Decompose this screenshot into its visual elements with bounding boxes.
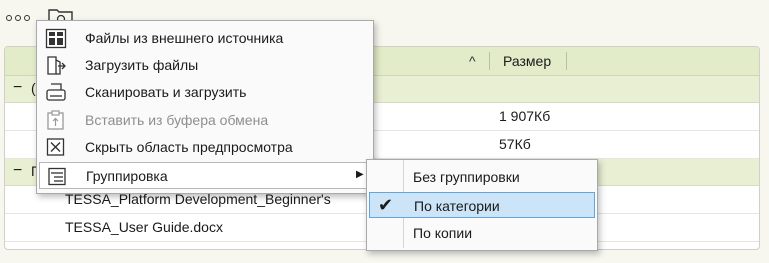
- menu-item-label: Сканировать и загрузить: [85, 84, 247, 100]
- external-files-icon: [45, 28, 67, 49]
- menu-item-paste-clipboard[interactable]: Вставить из буфера обмена: [39, 107, 371, 134]
- column-header-size[interactable]: Размер: [503, 53, 551, 69]
- column-divider[interactable]: [566, 52, 567, 70]
- column-divider[interactable]: [489, 52, 490, 70]
- submenu-item-no-grouping[interactable]: Без группировки: [369, 164, 595, 190]
- file-size-cell: 1 907Кб: [499, 108, 551, 124]
- menu-item-upload-files[interactable]: Загрузить файлы: [39, 52, 371, 79]
- menu-item-label: Группировка: [86, 168, 168, 184]
- submenu-item-by-copy[interactable]: По копии: [369, 220, 595, 246]
- scanner-icon: [45, 82, 67, 103]
- submenu-item-by-category[interactable]: ✔ По категории: [369, 192, 595, 218]
- menu-item-external-files[interactable]: Файлы из внешнего источника: [39, 25, 371, 52]
- file-name-cell: TESSA_User Guide.docx: [65, 219, 223, 235]
- grouping-submenu: Без группировки ✔ По категории По копии: [366, 159, 598, 251]
- sort-ascending-icon[interactable]: ^: [469, 53, 476, 69]
- submenu-item-label: Без группировки: [413, 169, 520, 185]
- more-options-button[interactable]: [6, 10, 40, 26]
- upload-icon: [45, 55, 67, 76]
- close-box-icon: [45, 137, 67, 158]
- menu-item-label: Скрыть область предпросмотра: [85, 139, 293, 155]
- collapse-group-icon[interactable]: −: [13, 162, 22, 180]
- menu-item-label: Файлы из внешнего источника: [85, 30, 284, 46]
- ellipsis-dot: [6, 15, 12, 21]
- menu-item-grouping[interactable]: Группировка ▶: [39, 162, 371, 189]
- context-menu: Файлы из внешнего источника Загрузить фа…: [36, 20, 374, 194]
- checkmark-icon: ✔: [378, 195, 394, 215]
- file-size-cell: 57Кб: [499, 136, 531, 152]
- collapse-group-icon[interactable]: −: [13, 79, 22, 97]
- menu-item-hide-preview[interactable]: Скрыть область предпросмотра: [39, 134, 371, 161]
- submenu-item-label: По копии: [413, 225, 473, 241]
- submenu-item-label: По категории: [414, 198, 500, 214]
- submenu-arrow-icon: ▶: [356, 169, 364, 180]
- grouping-icon: [46, 166, 68, 187]
- menu-item-label: Загрузить файлы: [85, 57, 199, 73]
- paste-icon: [45, 110, 67, 131]
- menu-item-scan-upload[interactable]: Сканировать и загрузить: [39, 79, 371, 106]
- menu-item-label: Вставить из буфера обмена: [85, 112, 269, 128]
- group-caption: (: [31, 80, 36, 96]
- ellipsis-dot: [15, 15, 21, 21]
- ellipsis-dot: [24, 15, 30, 21]
